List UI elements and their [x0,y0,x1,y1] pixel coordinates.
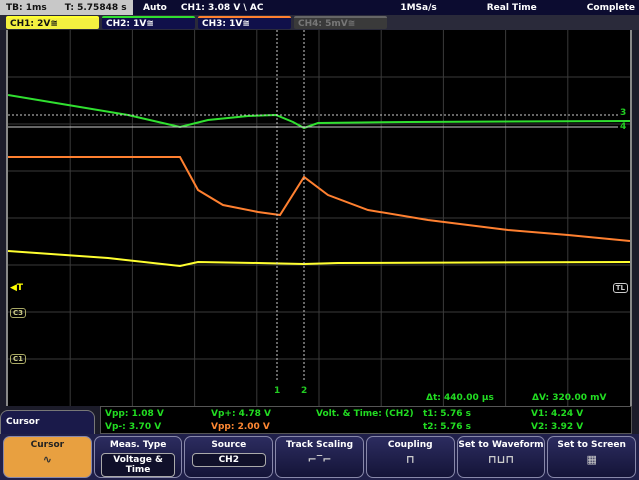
meas-vpp-ch3: Vpp: 2.00 V [211,422,270,432]
ch1-offset-marker[interactable]: C1 [10,354,27,364]
coupling-icon: ⊓ [405,453,415,466]
meas-type-button[interactable]: Meas. Type Voltage & Time [93,436,183,478]
channel-tab-ch3[interactable]: CH3: 1V≅ [198,16,291,29]
meas-v2: V2: 3.92 V [531,422,584,432]
softkey-menu: Cursor ∿ Meas. Type Voltage & Time Source C… [0,434,639,480]
timebase: TB: 1ms [6,2,47,13]
acquisition-mode: Real Time [486,2,537,13]
set-to-waveform-icon: ⊓⊔⊓ [487,453,515,466]
button-label: Coupling [387,440,433,450]
source-button[interactable]: Source CH2 [184,436,274,478]
button-label: Cursor [30,440,65,450]
button-label: Track Scaling [286,440,354,450]
channel-tabs: CH1: 2V≅ CH2: 1V≅ CH3: 1V≅ CH4: 5mV≅ [0,15,639,30]
track-scaling-button[interactable]: Track Scaling ⌐‾⌐ [275,436,364,478]
trigger-mode[interactable]: Auto [143,3,167,13]
ch3-offset-marker[interactable]: C3 [10,308,27,318]
trigger-level-marker[interactable]: TL [612,283,628,293]
meas-vp-plus: Vp+: 4.78 V [211,409,271,419]
trigger-setting[interactable]: CH1: 3.08 V \ AC [181,3,264,13]
graticule [8,30,630,406]
channel-label: CH1: 2V≅ [10,18,58,29]
track-scaling-icon: ⌐‾⌐ [307,453,332,466]
channel-tab-ch2[interactable]: CH2: 1V≅ [102,16,195,29]
button-label: Source [211,440,247,450]
meas-vpp-ch1: Vpp: 1.08 V [105,409,164,419]
button-label: Set to Waveform [458,440,544,450]
source-value: CH2 [191,453,267,467]
cursor-label-2: 2 [301,386,308,396]
trigger-time: T: 5.75848 s [64,2,127,13]
trigger-marker[interactable]: ◀T [10,283,23,293]
measurement-panel: Vpp: 1.08 V Vp-: 3.70 V Vp+: 4.78 V Vpp:… [100,406,632,434]
channel-label: CH3: 1V≅ [202,18,250,29]
cursor-label-4: 4 [620,122,627,132]
meas-vp-minus: Vp-: 3.70 V [105,422,162,432]
waveform-display[interactable]: ◀T TL C3 C1 1 2 3 4 Δt: 440.00 µs ΔV: 32… [6,30,632,406]
channel-tab-ch1[interactable]: CH1: 2V≅ [6,16,99,29]
menu-title-label: Cursor [6,417,40,427]
status-bar: TB: 1ms T: 5.75848 s Auto CH1: 3.08 V \ A… [0,0,639,15]
cursor-label-3: 3 [620,108,627,118]
delta-v-readout: ΔV: 320.00 mV [532,393,607,403]
meas-mode: Volt. & Time: (CH2) [316,409,414,419]
cursor-waveform-icon: ∿ [42,453,52,466]
acquisition-state: Complete [586,2,635,13]
channel-tab-ch4[interactable]: CH4: 5mV≅ [294,16,387,29]
set-to-waveform-button[interactable]: Set to Waveform ⊓⊔⊓ [456,436,546,478]
meas-t1: t1: 5.76 s [423,409,471,419]
button-label: Meas. Type [109,440,167,450]
button-label: Set to Screen [557,440,626,450]
channel-label: CH2: 1V≅ [106,18,154,29]
cursor-label-1: 1 [274,386,281,396]
meas-t2: t2: 5.76 s [423,422,471,432]
meas-v1: V1: 4.24 V [531,409,584,419]
set-to-screen-icon: ▦ [586,453,597,466]
delta-t-readout: Δt: 440.00 µs [426,393,494,403]
cursor-button[interactable]: Cursor ∿ [3,436,92,478]
set-to-screen-button[interactable]: Set to Screen ▦ [547,436,637,478]
channel-label: CH4: 5mV≅ [298,18,356,29]
sample-rate: 1MSa/s [400,2,437,13]
meas-type-value: Voltage & Time [100,453,176,477]
coupling-button[interactable]: Coupling ⊓ [365,436,455,478]
timebase-box[interactable]: TB: 1ms T: 5.75848 s [0,0,133,15]
